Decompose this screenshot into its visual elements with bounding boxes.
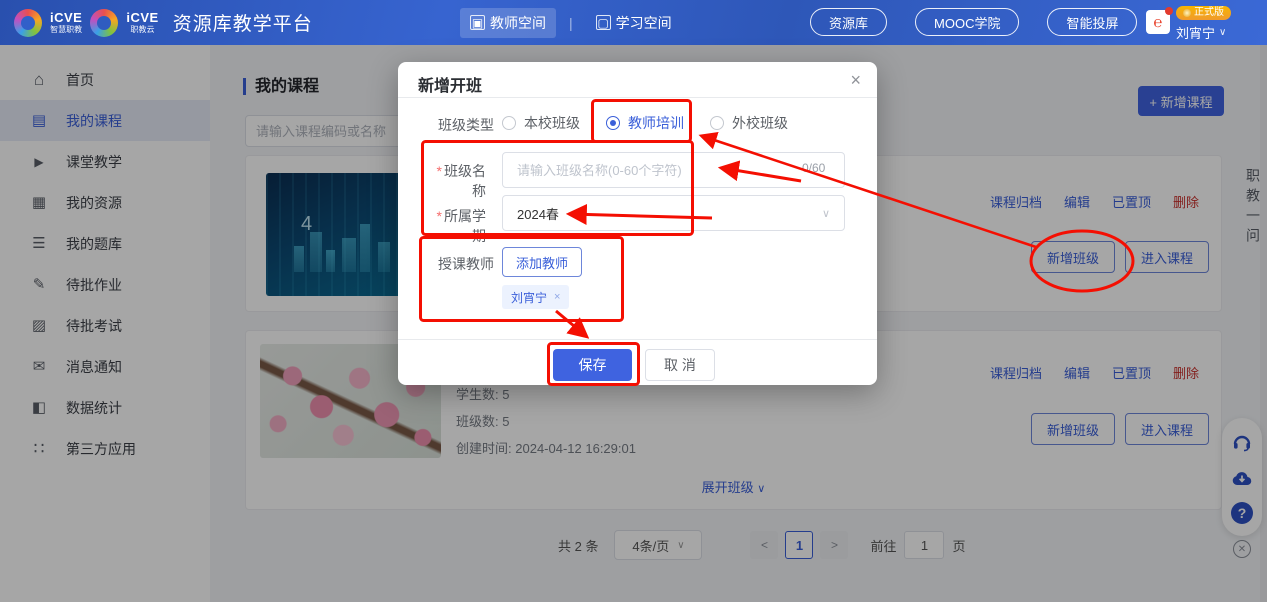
chevron-down-icon: ∨ (822, 207, 830, 220)
logo2-sub: 职教云 (131, 26, 155, 34)
chevron-down-icon: ∨ (1219, 27, 1226, 38)
brand-area: iCVE 智慧职教 iCVE 职教云 资源库教学平台 (14, 0, 313, 45)
term-value: 2024春 (517, 204, 559, 223)
version-badge: 正式版 (1176, 6, 1231, 20)
modal-footer: 保存 取 消 (398, 339, 877, 385)
add-teacher-button[interactable]: 添加教师 (502, 247, 582, 277)
resource-library-button[interactable]: 资源库 (810, 8, 887, 36)
teacher-label: 授课教师 (432, 254, 494, 274)
required-asterisk: * (437, 163, 442, 179)
required-asterisk: * (437, 208, 442, 224)
term-label: 所属学期 (444, 208, 486, 244)
icve-zhijiaoyun-logo-icon (90, 9, 118, 37)
add-class-modal: 新增开班 × 班级类型 本校班级 教师培训 外校班级 *班级名称 0/60 *所… (398, 62, 877, 385)
radio-teacher-training[interactable]: 教师培训 (606, 113, 684, 133)
medal-icon (1183, 9, 1191, 17)
app-header: iCVE 智慧职教 iCVE 职教云 资源库教学平台 ▣ 教师空间 | ▢ 学习… (0, 0, 1267, 45)
user-menu[interactable]: 刘宵宁 ∨ (1176, 23, 1262, 42)
close-icon[interactable]: × (848, 69, 863, 91)
class-type-radio-group: 本校班级 教师培训 外校班级 (502, 113, 788, 133)
icve-zhihuizhijiao-logo-icon (14, 9, 42, 37)
logo2-name: iCVE (126, 11, 158, 24)
platform-title: 资源库教学平台 (173, 9, 313, 36)
term-select[interactable]: 2024春 ∨ (502, 195, 845, 231)
icve-logo1-text: iCVE 智慧职教 (50, 11, 82, 34)
save-button[interactable]: 保存 (553, 349, 632, 381)
nav-teacher-label: 教师空间 (490, 13, 546, 33)
icve-app-icon[interactable]: ℮ (1146, 10, 1170, 34)
class-type-label: 班级类型 (432, 115, 494, 135)
logo1-name: iCVE (50, 11, 82, 24)
version-badge-label: 正式版 (1194, 8, 1224, 18)
teacher-tag: 刘宵宁 × (502, 285, 569, 309)
nav-teacher-space[interactable]: ▣ 教师空间 (460, 8, 556, 38)
nav-learning-label: 学习空间 (616, 13, 672, 33)
icve-logo2-text: iCVE 职教云 (126, 11, 158, 34)
class-name-input[interactable] (502, 152, 845, 188)
mooc-academy-button[interactable]: MOOC学院 (915, 8, 1019, 36)
radio-label: 外校班级 (732, 113, 788, 133)
cancel-button[interactable]: 取 消 (645, 349, 715, 381)
nav-learning-space[interactable]: ▢ 学习空间 (586, 8, 682, 38)
user-area[interactable]: 正式版 刘宵宁 ∨ (1176, 4, 1262, 42)
top-nav: ▣ 教师空间 | ▢ 学习空间 (460, 0, 682, 45)
modal-title: 新增开班 (418, 72, 482, 96)
class-name-label: 班级名称 (444, 163, 486, 199)
radio-icon (502, 116, 516, 130)
remove-teacher-icon[interactable]: × (554, 291, 560, 303)
logo1-sub: 智慧职教 (50, 26, 82, 34)
teacher-space-icon: ▣ (470, 15, 485, 30)
nav-separator: | (569, 15, 573, 31)
radio-selected-icon (606, 116, 620, 130)
user-name: 刘宵宁 (1176, 23, 1215, 42)
header-pill-buttons: 资源库 MOOC学院 智能投屏 (810, 8, 1137, 36)
radio-icon (710, 116, 724, 130)
modal-header: 新增开班 × (398, 62, 877, 98)
radio-label: 教师培训 (628, 113, 684, 133)
radio-own-school-class[interactable]: 本校班级 (502, 113, 580, 133)
smart-cast-button[interactable]: 智能投屏 (1047, 8, 1137, 36)
char-counter: 0/60 (802, 161, 825, 175)
teacher-tag-name: 刘宵宁 (511, 289, 547, 306)
radio-label: 本校班级 (524, 113, 580, 133)
radio-external-school-class[interactable]: 外校班级 (710, 113, 788, 133)
learning-space-icon: ▢ (596, 15, 611, 30)
